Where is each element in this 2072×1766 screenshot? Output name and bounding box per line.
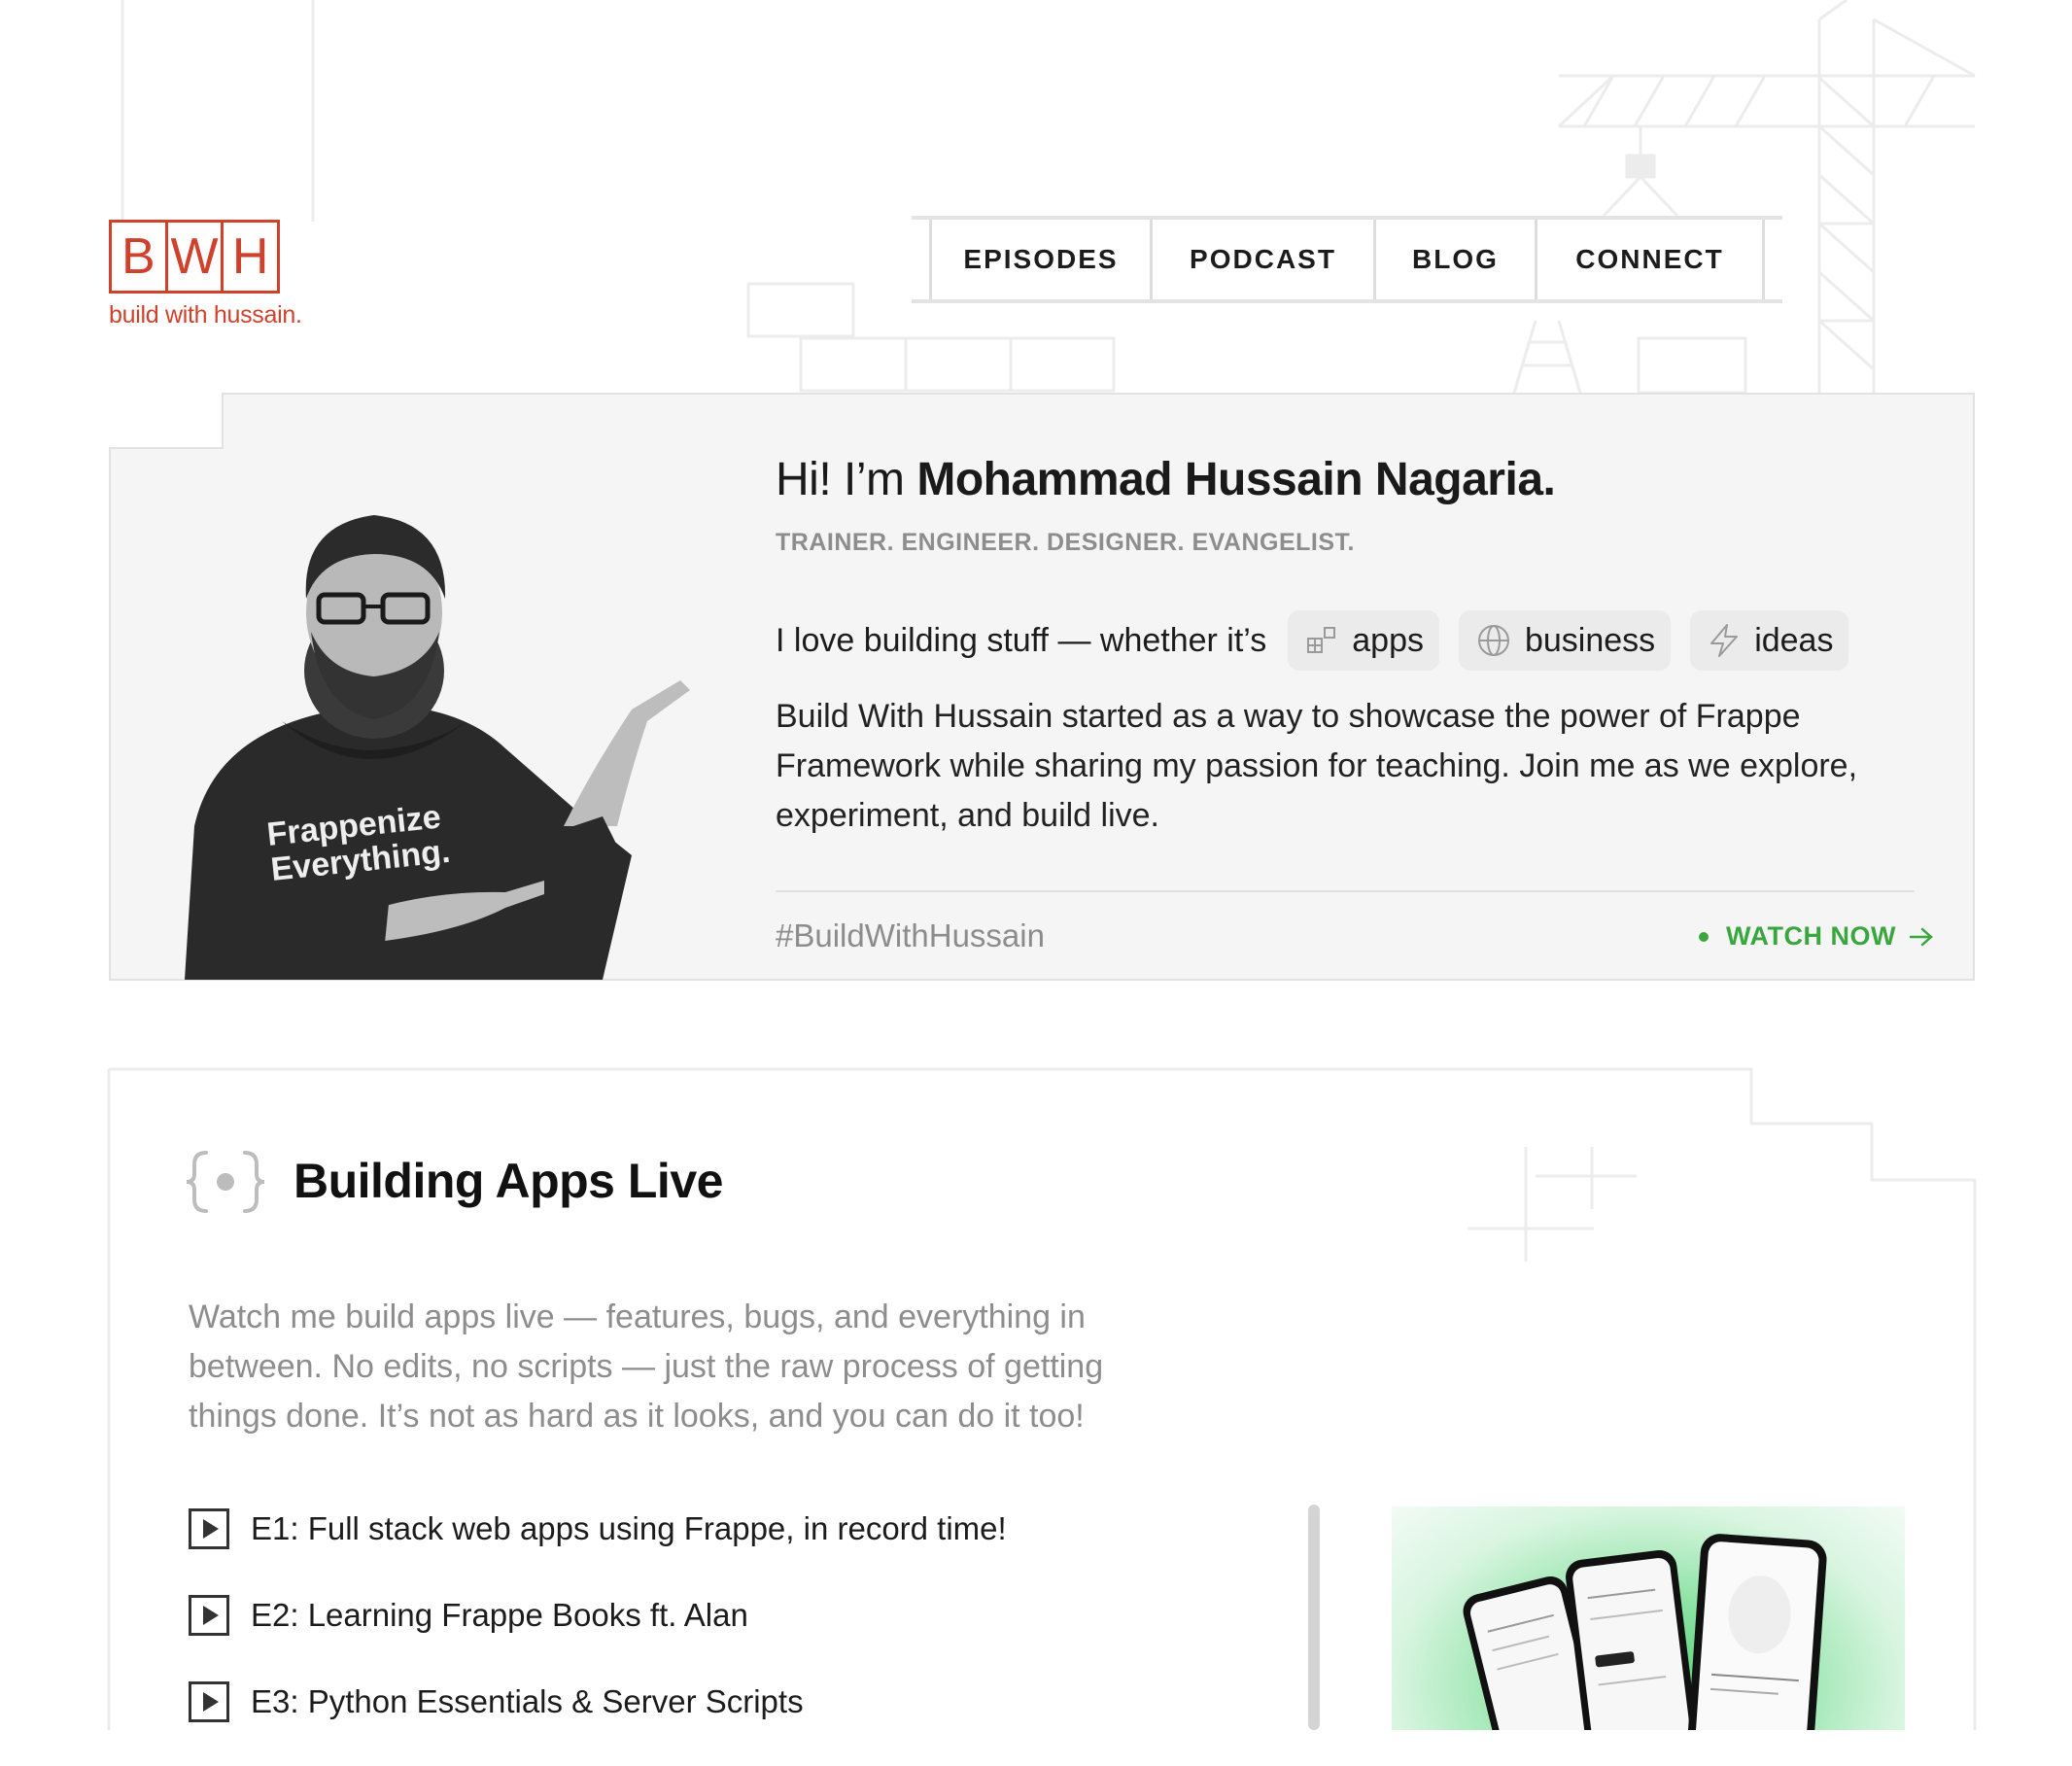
hero-divider — [776, 890, 1915, 892]
site-logo[interactable]: B W H build with hussain. — [109, 220, 302, 329]
episode-title: E1: Full stack web apps using Frappe, in… — [251, 1510, 1007, 1546]
episode-item[interactable]: E2: Learning Frappe Books ft. Alan — [189, 1593, 1007, 1638]
hero-greeting: Hi! I’m Mohammad Hussain Nagaria. — [776, 453, 1556, 506]
episode-list: E1: Full stack web apps using Frappe, in… — [189, 1506, 1007, 1766]
hero-name: Mohammad Hussain Nagaria. — [916, 454, 1556, 505]
episode-item[interactable]: E3: Python Essentials & Server Scripts — [189, 1679, 1007, 1724]
logo-mark: B W H — [109, 220, 280, 294]
episode-title: E2: Learning Frappe Books ft. Alan — [251, 1597, 748, 1633]
episode-list-scrollbar[interactable] — [1308, 1505, 1320, 1730]
watch-now-label: WATCH NOW — [1726, 921, 1896, 951]
hero-roles: TRAINER. ENGINEER. DESIGNER. EVANGELIST. — [776, 529, 1356, 556]
chip-apps-label: apps — [1352, 621, 1424, 659]
chip-ideas-label: ideas — [1754, 621, 1834, 659]
apps-icon — [1307, 627, 1336, 653]
globe-icon — [1477, 625, 1509, 656]
play-icon — [189, 1508, 229, 1549]
lightning-icon — [1710, 624, 1739, 657]
phone-mockups-image — [1463, 1534, 1827, 1730]
episode-item[interactable]: E1: Full stack web apps using Frappe, in… — [189, 1506, 1007, 1551]
episode-title: E3: Python Essentials & Server Scripts — [251, 1683, 804, 1719]
hero-hashtag: #BuildWithHussain — [776, 918, 1045, 953]
nav-item-connect[interactable]: CONNECT — [1537, 220, 1765, 299]
section-description: Watch me build apps live — features, bug… — [189, 1299, 1104, 1435]
episode-thumbnail[interactable] — [1392, 1506, 1905, 1730]
main-nav: EPISODES PODCAST BLOG CONNECT — [912, 216, 1782, 303]
chip-ideas: ideas — [1690, 610, 1849, 671]
watch-now-link[interactable]: WATCH NOW — [1699, 921, 1935, 952]
chip-business-label: business — [1524, 621, 1656, 659]
nav-item-episodes[interactable]: EPISODES — [929, 220, 1153, 299]
hero-card-notch — [109, 393, 224, 449]
play-icon — [189, 1595, 229, 1636]
nav-item-blog[interactable]: BLOG — [1376, 220, 1537, 299]
chip-apps: apps — [1288, 610, 1439, 671]
nav-item-podcast[interactable]: PODCAST — [1153, 220, 1376, 299]
hero-greeting-prefix: Hi! I’m — [776, 454, 917, 505]
hero-interests: I love building stuff — whether it’s app… — [776, 610, 1849, 671]
live-dot-icon — [1699, 931, 1709, 942]
play-icon — [189, 1681, 229, 1722]
hero-bio: Build With Hussain started as a way to s… — [776, 698, 1858, 834]
logo-letter-b: B — [121, 228, 155, 285]
logo-letter-w: W — [164, 223, 222, 291]
hero-love-text: I love building stuff — whether it’s — [776, 621, 1267, 659]
nav-rail-bottom — [912, 299, 1782, 303]
logo-tagline: build with hussain. — [109, 301, 302, 329]
portrait-image: Frappenize Everything. — [185, 515, 690, 980]
arrow-right-icon — [1909, 927, 1933, 946]
section-title: Building Apps Live — [294, 1154, 723, 1208]
live-code-icon — [186, 1151, 265, 1213]
chip-business: business — [1458, 610, 1672, 671]
logo-letter-h: H — [221, 223, 277, 291]
